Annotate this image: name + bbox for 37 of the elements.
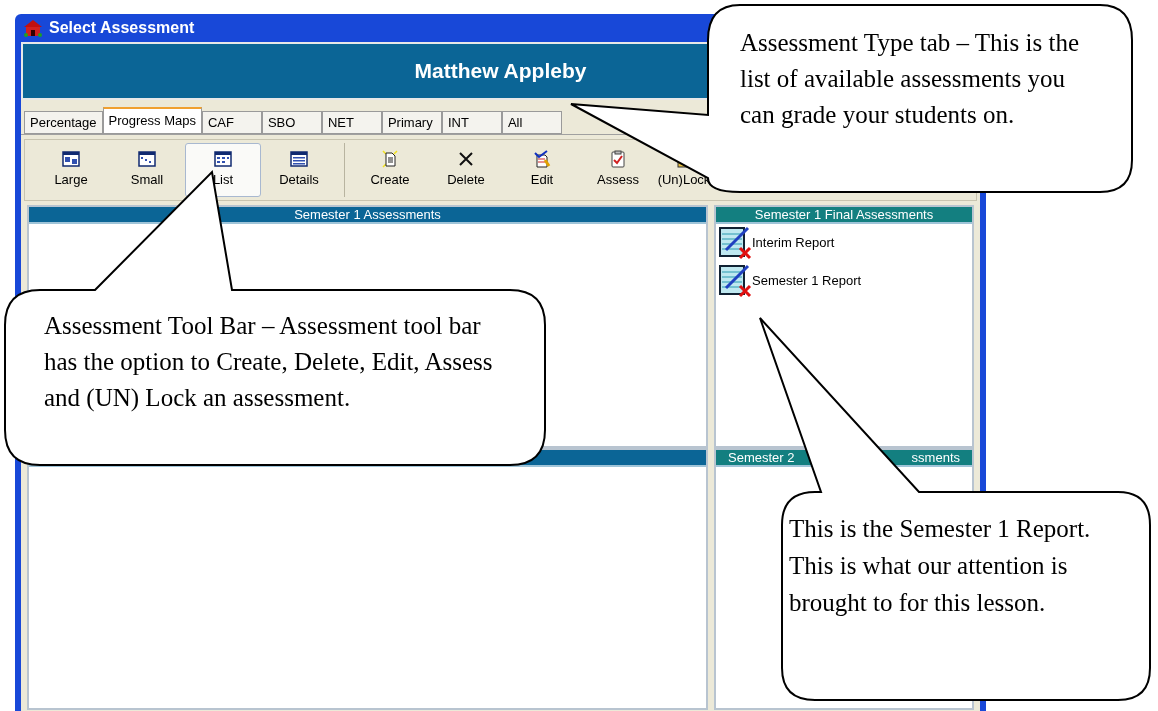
callout-text: Assessment Tool Bar – Assessment tool bar has the option to Create, Delete, Edit, Assess and (UN) Lock an assessment. — [44, 311, 494, 414]
assessment-item[interactable]: Interim Report — [752, 233, 835, 253]
assessment-type-tab[interactable]: NET — [321, 111, 382, 134]
toolbar-button[interactable]: Delete — [428, 143, 504, 197]
toolbar-button[interactable]: Create — [352, 143, 428, 197]
panel-title: Semester 1 Final Assessments — [754, 208, 934, 221]
schoolhouse-icon — [23, 19, 43, 37]
assessment-type-tab[interactable]: CAF — [201, 111, 262, 134]
callout-text: This is the Semester 1 Report. This is what our attention is brought to for this lesson. — [789, 514, 1092, 618]
small-icons-icon — [138, 150, 156, 169]
large-icons-icon — [62, 150, 80, 169]
panel-title: ssments — [911, 451, 960, 464]
toolbar-button[interactable]: Large — [33, 143, 109, 197]
callout-text: Assessment Type tab – This is the list of available assessments you can grade your students on. — [740, 28, 1080, 130]
new-document-icon — [381, 150, 399, 169]
window-title: Select Assessment — [49, 18, 195, 38]
assessment-type-tab[interactable]: SBO — [261, 111, 322, 134]
assessment-type-tab[interactable]: All — [501, 111, 562, 134]
assessment-item[interactable]: Semester 1 Report — [752, 271, 862, 291]
clipboard-check-icon — [609, 150, 627, 169]
panel-title: Semester 2 — [728, 451, 795, 464]
student-name: Matthew Appleby — [414, 58, 587, 85]
assessment-type-tab[interactable]: Primary — [381, 111, 442, 134]
assessment-type-tab[interactable]: Progress Maps — [102, 107, 202, 134]
list-view-icon — [214, 150, 232, 169]
toolbar-button[interactable]: List — [185, 143, 261, 197]
panel-title: Semester 1 Assessments — [294, 208, 441, 221]
toolbar-button[interactable]: Small — [109, 143, 185, 197]
toolbar-button[interactable]: Edit — [504, 143, 580, 197]
toolbar-button[interactable]: Details — [261, 143, 337, 197]
report-icon — [718, 226, 754, 260]
toolbar-button[interactable]: Assess — [580, 143, 656, 197]
edit-document-icon — [533, 150, 551, 169]
assessment-type-tab[interactable]: Percentage — [24, 111, 103, 134]
assessment-type-tab[interactable]: INT — [441, 111, 502, 134]
report-icon — [718, 264, 754, 298]
details-view-icon — [290, 150, 308, 169]
